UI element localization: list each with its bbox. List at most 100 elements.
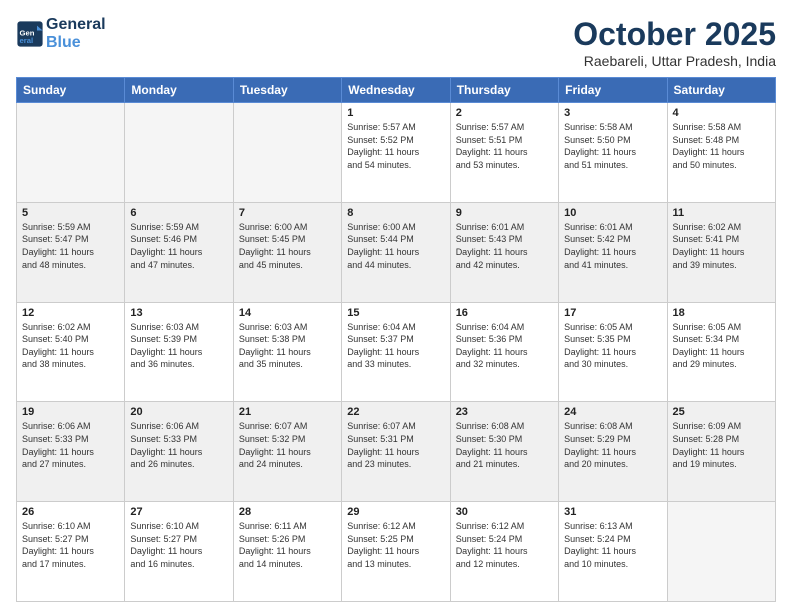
table-row: 10 Sunrise: 6:01 AM Sunset: 5:42 PM Dayli… [559,202,667,302]
day-number: 12 [22,307,119,319]
table-row: 19 Sunrise: 6:06 AM Sunset: 5:33 PM Dayli… [17,402,125,502]
header-thursday: Thursday [450,78,558,103]
day-number: 19 [22,406,119,418]
day-number: 10 [564,207,661,219]
calendar-week-row: 1 Sunrise: 5:57 AM Sunset: 5:52 PM Daylig… [17,103,776,203]
day-info: Sunrise: 6:12 AM Sunset: 5:24 PM Dayligh… [456,520,553,570]
table-row: 3 Sunrise: 5:58 AM Sunset: 5:50 PM Daylig… [559,103,667,203]
day-info: Sunrise: 6:06 AM Sunset: 5:33 PM Dayligh… [130,420,227,470]
table-row: 15 Sunrise: 6:04 AM Sunset: 5:37 PM Dayli… [342,302,450,402]
header-tuesday: Tuesday [233,78,341,103]
day-info: Sunrise: 6:01 AM Sunset: 5:42 PM Dayligh… [564,221,661,271]
day-number: 8 [347,207,444,219]
logo-line1: General [46,16,106,34]
day-number: 29 [347,506,444,518]
table-row [667,502,775,602]
table-row: 29 Sunrise: 6:12 AM Sunset: 5:25 PM Dayli… [342,502,450,602]
day-info: Sunrise: 6:04 AM Sunset: 5:36 PM Dayligh… [456,321,553,371]
day-info: Sunrise: 6:06 AM Sunset: 5:33 PM Dayligh… [22,420,119,470]
day-number: 30 [456,506,553,518]
day-number: 26 [22,506,119,518]
day-info: Sunrise: 6:02 AM Sunset: 5:41 PM Dayligh… [673,221,770,271]
table-row: 22 Sunrise: 6:07 AM Sunset: 5:31 PM Dayli… [342,402,450,502]
day-info: Sunrise: 5:57 AM Sunset: 5:52 PM Dayligh… [347,121,444,171]
table-row: 1 Sunrise: 5:57 AM Sunset: 5:52 PM Daylig… [342,103,450,203]
table-row: 11 Sunrise: 6:02 AM Sunset: 5:41 PM Dayli… [667,202,775,302]
day-info: Sunrise: 6:07 AM Sunset: 5:31 PM Dayligh… [347,420,444,470]
calendar-table: Sunday Monday Tuesday Wednesday Thursday… [16,77,776,602]
table-row: 16Sunrise: 6:04 AM Sunset: 5:36 PM Dayli… [450,302,558,402]
table-row: 20 Sunrise: 6:06 AM Sunset: 5:33 PM Dayli… [125,402,233,502]
calendar-week-row: 26 Sunrise: 6:10 AM Sunset: 5:27 PM Dayli… [17,502,776,602]
day-number: 31 [564,506,661,518]
day-number: 15 [347,307,444,319]
logo-icon: Gen eral [16,20,44,48]
day-info: Sunrise: 5:58 AM Sunset: 5:50 PM Dayligh… [564,121,661,171]
day-number: 22 [347,406,444,418]
location-subtitle: Raebareli, Uttar Pradesh, India [573,53,776,69]
day-info: Sunrise: 6:03 AM Sunset: 5:38 PM Dayligh… [239,321,336,371]
day-number: 4 [673,107,770,119]
day-info: Sunrise: 6:04 AM Sunset: 5:37 PM Dayligh… [347,321,444,371]
day-number: 2 [456,107,553,119]
table-row: 9Sunrise: 6:01 AM Sunset: 5:43 PM Daylig… [450,202,558,302]
day-number: 28 [239,506,336,518]
table-row: 6Sunrise: 5:59 AM Sunset: 5:46 PM Daylig… [125,202,233,302]
day-info: Sunrise: 6:10 AM Sunset: 5:27 PM Dayligh… [130,520,227,570]
table-row: 23 Sunrise: 6:08 AM Sunset: 5:30 PM Dayli… [450,402,558,502]
header-monday: Monday [125,78,233,103]
day-number: 17 [564,307,661,319]
table-row: 4 Sunrise: 5:58 AM Sunset: 5:48 PM Daylig… [667,103,775,203]
table-row: 26Sunrise: 6:10 AM Sunset: 5:27 PM Dayli… [17,502,125,602]
table-row: 31 Sunrise: 6:13 AM Sunset: 5:24 PM Dayli… [559,502,667,602]
day-info: Sunrise: 5:59 AM Sunset: 5:46 PM Dayligh… [130,221,227,271]
day-number: 9 [456,207,553,219]
weekday-header-row: Sunday Monday Tuesday Wednesday Thursday… [17,78,776,103]
day-number: 23 [456,406,553,418]
day-info: Sunrise: 5:58 AM Sunset: 5:48 PM Dayligh… [673,121,770,171]
day-number: 13 [130,307,227,319]
header-saturday: Saturday [667,78,775,103]
table-row: 7 Sunrise: 6:00 AM Sunset: 5:45 PM Daylig… [233,202,341,302]
page: Gen eral General Blue October 2025 Raeba… [0,0,792,612]
day-number: 5 [22,207,119,219]
logo-line2: Blue [46,34,106,52]
table-row: 17Sunrise: 6:05 AM Sunset: 5:35 PM Dayli… [559,302,667,402]
day-info: Sunrise: 6:13 AM Sunset: 5:24 PM Dayligh… [564,520,661,570]
month-title: October 2025 [573,16,776,53]
table-row: 2Sunrise: 5:57 AM Sunset: 5:51 PM Daylig… [450,103,558,203]
calendar-week-row: 12 Sunrise: 6:02 AM Sunset: 5:40 PM Dayli… [17,302,776,402]
day-number: 7 [239,207,336,219]
logo-text: General Blue [46,16,106,52]
table-row [233,103,341,203]
calendar-week-row: 19 Sunrise: 6:06 AM Sunset: 5:33 PM Dayli… [17,402,776,502]
table-row [125,103,233,203]
table-row: 28 Sunrise: 6:11 AM Sunset: 5:26 PM Dayli… [233,502,341,602]
day-number: 24 [564,406,661,418]
day-info: Sunrise: 6:07 AM Sunset: 5:32 PM Dayligh… [239,420,336,470]
day-info: Sunrise: 6:02 AM Sunset: 5:40 PM Dayligh… [22,321,119,371]
table-row [17,103,125,203]
day-info: Sunrise: 6:05 AM Sunset: 5:34 PM Dayligh… [673,321,770,371]
day-info: Sunrise: 6:00 AM Sunset: 5:45 PM Dayligh… [239,221,336,271]
day-info: Sunrise: 6:11 AM Sunset: 5:26 PM Dayligh… [239,520,336,570]
day-number: 11 [673,207,770,219]
logo: Gen eral General Blue [16,16,106,52]
day-number: 1 [347,107,444,119]
day-number: 20 [130,406,227,418]
day-info: Sunrise: 6:09 AM Sunset: 5:28 PM Dayligh… [673,420,770,470]
table-row: 27Sunrise: 6:10 AM Sunset: 5:27 PM Dayli… [125,502,233,602]
day-number: 21 [239,406,336,418]
day-info: Sunrise: 6:08 AM Sunset: 5:30 PM Dayligh… [456,420,553,470]
header-wednesday: Wednesday [342,78,450,103]
header-friday: Friday [559,78,667,103]
table-row: 14Sunrise: 6:03 AM Sunset: 5:38 PM Dayli… [233,302,341,402]
header: Gen eral General Blue October 2025 Raeba… [16,16,776,69]
table-row: 13Sunrise: 6:03 AM Sunset: 5:39 PM Dayli… [125,302,233,402]
day-info: Sunrise: 6:08 AM Sunset: 5:29 PM Dayligh… [564,420,661,470]
title-area: October 2025 Raebareli, Uttar Pradesh, I… [573,16,776,69]
table-row: 24 Sunrise: 6:08 AM Sunset: 5:29 PM Dayli… [559,402,667,502]
day-number: 3 [564,107,661,119]
table-row: 12 Sunrise: 6:02 AM Sunset: 5:40 PM Dayli… [17,302,125,402]
day-info: Sunrise: 6:12 AM Sunset: 5:25 PM Dayligh… [347,520,444,570]
